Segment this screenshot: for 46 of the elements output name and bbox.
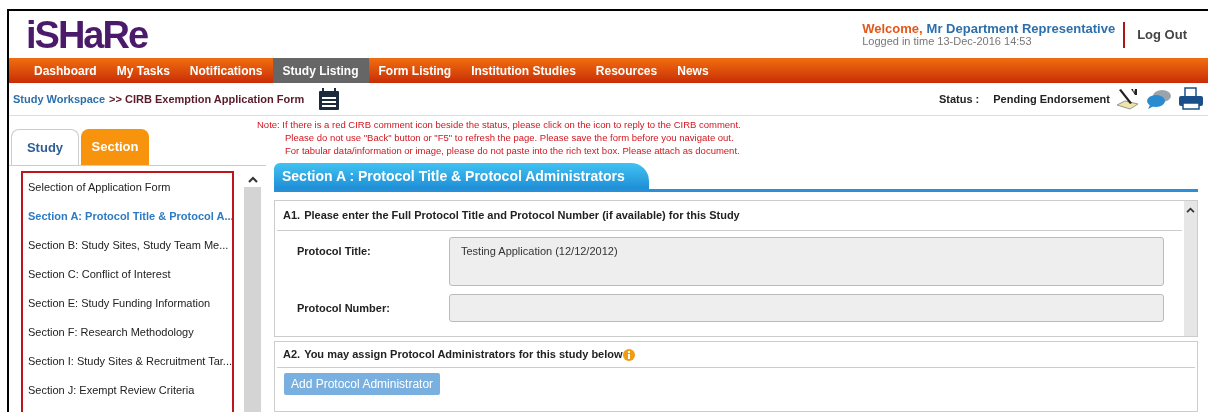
section-item[interactable]: Section I: Study Sites & Recruitment Tar... xyxy=(23,347,232,376)
chevron-up-icon[interactable] xyxy=(1186,207,1195,213)
question-number: A2. xyxy=(283,347,301,363)
section-item[interactable]: Section E: Study Funding Information xyxy=(23,289,232,318)
logout-link[interactable]: Log Out xyxy=(1137,24,1187,45)
section-item[interactable]: Section A: Protocol Title & Protocol A... xyxy=(23,202,232,231)
nav-tab[interactable]: Form Listing xyxy=(368,58,462,83)
signature-pen-icon[interactable] xyxy=(1116,87,1140,111)
chevron-up-icon[interactable] xyxy=(247,175,258,183)
section-item[interactable]: Section J: Exempt Review Criteria xyxy=(23,376,232,405)
notepad-icon[interactable] xyxy=(318,87,341,111)
status-label: Status : xyxy=(938,91,980,107)
question-text: You may assign Protocol Administrators for this study below xyxy=(304,347,623,363)
breadcrumb-link[interactable]: Study Workspace xyxy=(13,90,106,108)
chat-bubbles-icon[interactable] xyxy=(1146,88,1172,110)
scrollbar[interactable] xyxy=(1184,201,1197,336)
scrollbar[interactable] xyxy=(244,171,261,412)
nav-tab[interactable]: Resources xyxy=(585,58,668,83)
status-value: Pending Endorsement xyxy=(993,91,1110,107)
nav-tab[interactable]: Institution Studies xyxy=(461,58,586,83)
section-item[interactable]: Section C: Conflict of Interest xyxy=(23,260,232,289)
welcome-label: Welcome, xyxy=(862,22,923,35)
question-number: A1. xyxy=(283,208,301,224)
field-label: Protocol Number: xyxy=(297,301,391,316)
nav-tab[interactable]: Study Listing xyxy=(272,58,369,83)
note-text: Please do not use "Back" button or "F5" to refresh the page. Please save the form before you navigate out. xyxy=(284,131,735,144)
printer-icon[interactable] xyxy=(1178,87,1204,111)
section-title: Section A : Protocol Title & Protocol Administrators xyxy=(274,163,649,189)
login-time: Logged in time 13-Dec-2016 14:53 xyxy=(862,34,1032,47)
protocol-title-field[interactable]: Testing Application (12/12/2012) xyxy=(449,237,1164,286)
protocol-number-field[interactable] xyxy=(449,294,1164,322)
question-text: Please enter the Full Protocol Title and Protocol Number (if available) for this Study xyxy=(304,208,740,224)
nav-tab[interactable]: My Tasks xyxy=(106,58,180,83)
breadcrumb-current: >> CIRB Exemption Application Form xyxy=(109,91,305,107)
section-item[interactable]: Section F: Research Methodology xyxy=(23,318,232,347)
field-label: Protocol Title: xyxy=(297,244,372,259)
section-item[interactable]: Selection of Application Form xyxy=(23,173,232,202)
user-name: Mr Department Representative xyxy=(926,22,1116,35)
sidebar-tab[interactable]: Study xyxy=(11,129,79,165)
nav-tab[interactable]: Notifications xyxy=(179,58,273,83)
note-text: For tabular data/information or image, please do not paste into the rich text box. Please attach as document. xyxy=(284,144,741,157)
note-text: Note: If there is a red CIRB comment icon beside the status, please click on the icon to reply to the CIRB comment. xyxy=(257,118,742,131)
logo: iSHaRe xyxy=(26,15,148,54)
section-item[interactable]: Section B: Study Sites, Study Team Me... xyxy=(23,231,232,260)
nav-tab[interactable]: News xyxy=(667,58,719,83)
nav-tab[interactable]: Dashboard xyxy=(24,58,107,83)
